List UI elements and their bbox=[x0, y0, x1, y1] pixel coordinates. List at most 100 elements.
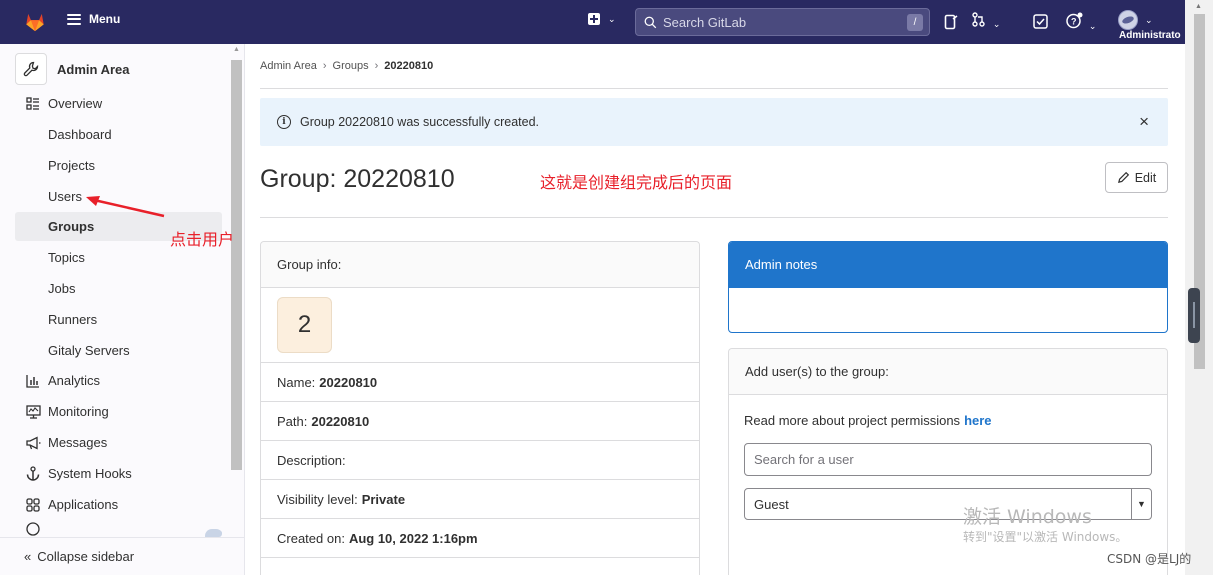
issues-icon[interactable] bbox=[944, 14, 958, 30]
breadcrumb: Admin Area › Groups › 20220810 bbox=[260, 60, 433, 72]
sidebar-item-dashboard[interactable]: Dashboard bbox=[15, 120, 222, 149]
collapse-sidebar-button[interactable]: « Collapse sidebar bbox=[0, 537, 244, 575]
sidebar-item-partial[interactable] bbox=[15, 521, 222, 537]
username-label[interactable]: Administrato bbox=[1119, 30, 1181, 41]
wrench-icon bbox=[23, 61, 39, 77]
sidebar-item-label: Gitaly Servers bbox=[48, 343, 130, 358]
sidebar-item-overview[interactable]: Overview bbox=[15, 89, 222, 118]
sidebar-item-label: Overview bbox=[48, 96, 103, 111]
close-icon[interactable]: × bbox=[1139, 112, 1149, 132]
menu-label: Menu bbox=[89, 12, 121, 26]
scroll-up-arrow-icon[interactable]: ▲ bbox=[1195, 3, 1202, 10]
group-created-row: Created on: Aug 10, 2022 1:16pm bbox=[261, 519, 699, 558]
role-select-value: Guest bbox=[754, 496, 789, 512]
sidebar-item-label: Projects bbox=[48, 158, 95, 173]
csdn-credit: CSDN @是LJ的 bbox=[1107, 552, 1192, 566]
field-value: Aug 10, 2022 1:16pm bbox=[348, 530, 478, 546]
group-path-row: Path: 20220810 bbox=[261, 402, 699, 441]
sidebar: Admin Area Overview Dashboard Projects U… bbox=[0, 44, 245, 575]
help-icon: ? bbox=[1066, 12, 1083, 29]
todo-icon[interactable] bbox=[1033, 14, 1048, 29]
annotation-users-hint: 点击用户 bbox=[170, 230, 235, 249]
chart-icon bbox=[25, 373, 41, 389]
breadcrumb-separator-icon: › bbox=[322, 60, 327, 72]
sidebar-item-messages[interactable]: Messages bbox=[15, 428, 222, 457]
sidebar-item-label: Messages bbox=[48, 435, 108, 450]
group-name-row: Name: 20220810 bbox=[261, 363, 699, 402]
sidebar-item-label: Monitoring bbox=[48, 404, 109, 419]
breadcrumb-separator-icon: › bbox=[374, 60, 379, 72]
admin-notes-header: Admin notes bbox=[729, 242, 1167, 288]
megaphone-icon bbox=[25, 435, 41, 451]
alert-message: Group 20220810 was successfully created. bbox=[300, 115, 540, 129]
menu-button[interactable]: Menu bbox=[67, 12, 120, 26]
collapse-sidebar-label: Collapse sidebar bbox=[37, 549, 135, 564]
chevron-down-icon: ⌄ bbox=[608, 13, 616, 24]
floating-side-handle[interactable] bbox=[1188, 288, 1200, 343]
sidebar-item-label: Dashboard bbox=[48, 127, 112, 142]
create-new-button[interactable]: ⌄ bbox=[588, 13, 616, 25]
sidebar-item-runners[interactable]: Runners bbox=[15, 305, 222, 334]
sidebar-scrollbar-thumb[interactable] bbox=[231, 60, 242, 470]
page-title: Group: 20220810 bbox=[260, 165, 455, 193]
admin-area-avatar bbox=[15, 53, 47, 85]
watermark-activate-hint: 转到"设置"以激活 Windows。 bbox=[963, 530, 1128, 544]
sidebar-item-system-hooks[interactable]: System Hooks bbox=[15, 459, 222, 488]
field-label: Name: bbox=[277, 374, 316, 390]
plus-square-icon bbox=[588, 13, 600, 25]
sidebar-item-analytics[interactable]: Analytics bbox=[15, 366, 222, 395]
sidebar-item-jobs[interactable]: Jobs bbox=[15, 274, 222, 303]
overview-icon bbox=[25, 96, 41, 112]
sidebar-header[interactable]: Admin Area bbox=[15, 52, 223, 86]
merge-requests-button[interactable]: ⌄ bbox=[972, 12, 1000, 32]
sidebar-item-label: Users bbox=[48, 189, 82, 204]
search-shortcut-key: / bbox=[907, 14, 923, 31]
permissions-label: Read more about project permissions bbox=[744, 413, 961, 428]
sidebar-item-label: Topics bbox=[48, 250, 85, 265]
success-alert: i Group 20220810 was successfully create… bbox=[260, 98, 1168, 146]
count-badge bbox=[205, 529, 222, 537]
help-button[interactable]: ? ⌄ bbox=[1066, 12, 1096, 34]
sidebar-item-label: System Hooks bbox=[48, 466, 132, 481]
edit-button[interactable]: Edit bbox=[1105, 162, 1168, 193]
sidebar-item-gitaly-servers[interactable]: Gitaly Servers bbox=[15, 336, 222, 365]
circle-icon bbox=[25, 521, 41, 537]
sidebar-item-label: Applications bbox=[48, 497, 119, 512]
breadcrumb-admin-area[interactable]: Admin Area bbox=[260, 60, 317, 72]
sidebar-item-projects[interactable]: Projects bbox=[15, 151, 222, 180]
field-value: 20220810 bbox=[319, 374, 378, 390]
sidebar-item-label: Jobs bbox=[48, 281, 76, 296]
group-info-header: Group info: bbox=[261, 242, 699, 288]
top-navbar: Menu ⌄ / ⌄ ? ⌄ ⌄ Administrato bbox=[0, 0, 1185, 44]
group-visibility-row: Visibility level: Private bbox=[261, 480, 699, 519]
permissions-link[interactable]: here bbox=[964, 413, 991, 428]
chevron-down-icon: ⌄ bbox=[992, 19, 1001, 29]
search-icon bbox=[644, 16, 657, 28]
svg-text:?: ? bbox=[1071, 17, 1077, 27]
sidebar-item-monitoring[interactable]: Monitoring bbox=[15, 397, 222, 426]
sidebar-header-label: Admin Area bbox=[57, 61, 130, 77]
sidebar-item-label: Analytics bbox=[48, 373, 101, 388]
annotation-arrow-icon bbox=[86, 196, 165, 218]
gitlab-logo-icon[interactable] bbox=[24, 11, 46, 33]
group-info-card: Group info: 2 Name: 20220810 Path: 2022081… bbox=[260, 241, 700, 575]
breadcrumb-groups[interactable]: Groups bbox=[333, 60, 369, 72]
search-input[interactable] bbox=[663, 14, 893, 30]
double-chevron-left-icon: « bbox=[24, 549, 32, 564]
field-value: 20220810 bbox=[311, 413, 370, 429]
breadcrumb-current[interactable]: 20220810 bbox=[384, 60, 433, 72]
sidebar-scrollbar[interactable]: ▲ bbox=[229, 46, 242, 531]
admin-notes-card: Admin notes bbox=[728, 241, 1168, 333]
pencil-icon bbox=[1117, 171, 1129, 183]
hamburger-icon bbox=[67, 13, 81, 25]
chevron-down-icon[interactable]: ⌄ bbox=[1145, 16, 1153, 25]
scroll-up-arrow-icon[interactable]: ▲ bbox=[233, 46, 240, 53]
user-search-input[interactable] bbox=[744, 443, 1152, 476]
sidebar-item-label: Runners bbox=[48, 312, 98, 327]
field-label: Path: bbox=[277, 413, 308, 429]
user-avatar[interactable] bbox=[1118, 10, 1138, 30]
global-search[interactable]: / bbox=[635, 8, 930, 36]
group-avatar-row: 2 bbox=[261, 288, 699, 363]
sidebar-item-applications[interactable]: Applications bbox=[15, 490, 222, 519]
chevron-down-icon[interactable]: ▼ bbox=[1131, 489, 1151, 519]
